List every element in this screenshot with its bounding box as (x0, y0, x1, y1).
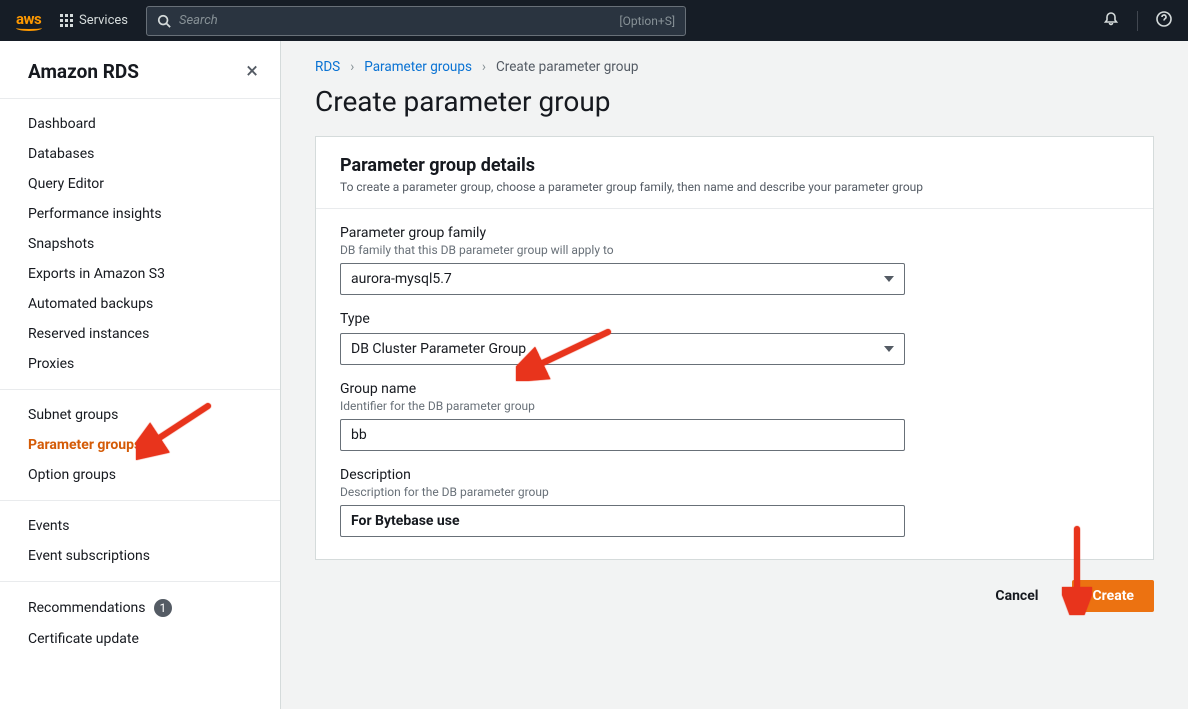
sidebar-item-exports[interactable]: Exports in Amazon S3 (0, 259, 280, 289)
cancel-button[interactable]: Cancel (975, 580, 1058, 612)
sidebar-item-proxies[interactable]: Proxies (0, 349, 280, 379)
sidebar-item-option-groups[interactable]: Option groups (0, 460, 280, 490)
type-select[interactable]: DB Cluster Parameter Group (340, 333, 905, 365)
sidebar-item-event-subscriptions[interactable]: Event subscriptions (0, 541, 280, 571)
nav-section-main: Dashboard Databases Query Editor Perform… (0, 99, 280, 390)
field-family: Parameter group family DB family that th… (340, 225, 1129, 295)
family-select[interactable]: aurora-mysql5.7 (340, 263, 905, 295)
field-type: Type DB Cluster Parameter Group (340, 311, 1129, 365)
divider (1137, 11, 1138, 31)
sidebar-item-databases[interactable]: Databases (0, 139, 280, 169)
search-shortcut-hint: [Option+S] (619, 14, 675, 28)
breadcrumb-parameter-groups[interactable]: Parameter groups (364, 59, 472, 75)
parameter-group-details-panel: Parameter group details To create a para… (315, 136, 1154, 560)
search-bar[interactable]: [Option+S] (146, 6, 686, 36)
caret-down-icon (884, 346, 894, 352)
caret-down-icon (884, 276, 894, 282)
field-label: Type (340, 311, 1129, 327)
sidebar-item-label: Recommendations (28, 600, 146, 616)
topbar: aws Services [Option+S] (0, 0, 1188, 41)
sidebar-item-performance-insights[interactable]: Performance insights (0, 199, 280, 229)
sidebar-item-reserved-instances[interactable]: Reserved instances (0, 319, 280, 349)
field-label: Description (340, 467, 1129, 483)
group-name-input[interactable] (340, 419, 905, 451)
panel-description: To create a parameter group, choose a pa… (340, 180, 1129, 194)
select-value: DB Cluster Parameter Group (351, 341, 526, 357)
main-content: RDS › Parameter groups › Create paramete… (281, 41, 1188, 709)
field-description: Description Description for the DB param… (340, 467, 1129, 537)
breadcrumb: RDS › Parameter groups › Create paramete… (315, 59, 1154, 75)
field-label: Group name (340, 381, 1129, 397)
recommendations-badge: 1 (154, 599, 173, 617)
field-hint: DB family that this DB parameter group w… (340, 243, 1129, 257)
sidebar-item-recommendations[interactable]: Recommendations 1 (0, 592, 280, 624)
aws-logo[interactable]: aws (16, 10, 42, 31)
field-label: Parameter group family (340, 225, 1129, 241)
sidebar-item-snapshots[interactable]: Snapshots (0, 229, 280, 259)
select-value: aurora-mysql5.7 (351, 271, 452, 287)
chevron-right-icon: › (482, 59, 486, 75)
sidebar-title: Amazon RDS (28, 60, 139, 83)
sidebar-item-query-editor[interactable]: Query Editor (0, 169, 280, 199)
field-hint: Identifier for the DB parameter group (340, 399, 1129, 413)
nav-section-groups: Subnet groups Parameter groups Option gr… (0, 390, 280, 501)
close-icon[interactable]: × (246, 59, 258, 84)
field-hint: Description for the DB parameter group (340, 485, 1129, 499)
create-button[interactable]: Create (1072, 580, 1154, 612)
field-group-name: Group name Identifier for the DB paramet… (340, 381, 1129, 451)
services-menu-button[interactable]: Services (60, 13, 128, 28)
sidebar-item-dashboard[interactable]: Dashboard (0, 109, 280, 139)
panel-title: Parameter group details (340, 155, 1129, 176)
sidebar-item-subnet-groups[interactable]: Subnet groups (0, 400, 280, 430)
search-icon (157, 14, 171, 28)
page-title: Create parameter group (315, 85, 1154, 118)
form-actions: Cancel Create (315, 580, 1154, 612)
breadcrumb-current: Create parameter group (496, 59, 638, 75)
nav-section-recs: Recommendations 1 Certificate update (0, 582, 280, 664)
help-icon[interactable] (1156, 11, 1172, 31)
chevron-right-icon: › (350, 59, 354, 75)
description-input[interactable] (340, 505, 905, 537)
search-input[interactable] (179, 13, 611, 28)
sidebar-item-events[interactable]: Events (0, 511, 280, 541)
breadcrumb-rds[interactable]: RDS (315, 59, 340, 75)
sidebar-item-automated-backups[interactable]: Automated backups (0, 289, 280, 319)
notifications-icon[interactable] (1103, 11, 1119, 31)
grid-icon (60, 14, 73, 27)
nav-section-events: Events Event subscriptions (0, 501, 280, 582)
sidebar-item-certificate-update[interactable]: Certificate update (0, 624, 280, 654)
sidebar: Amazon RDS × Dashboard Databases Query E… (0, 41, 281, 709)
sidebar-item-parameter-groups[interactable]: Parameter groups (0, 430, 280, 460)
